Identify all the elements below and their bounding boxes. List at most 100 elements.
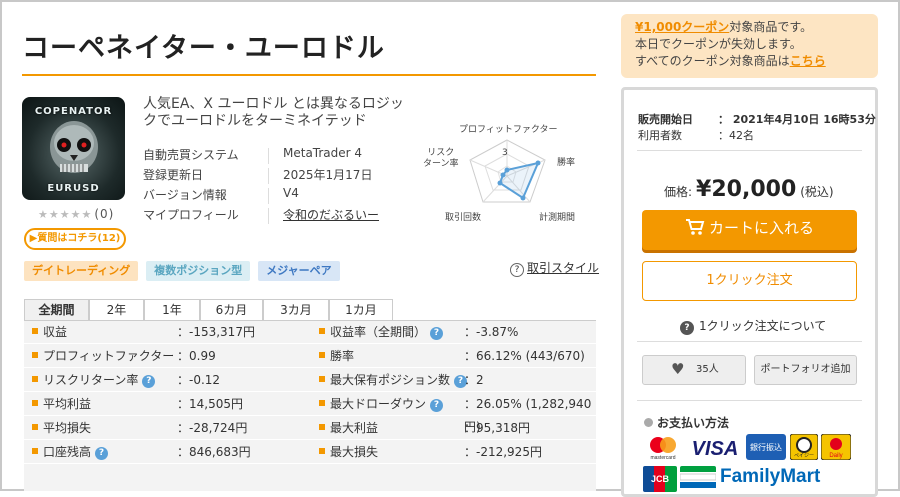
stat-label-text: 最大損失 xyxy=(330,445,379,459)
stat-value: ：846,683円 xyxy=(177,445,251,459)
svg-text:銀行振込: 銀行振込 xyxy=(750,442,782,452)
stats-table: 収益 ：-153,317円 収益率（全期間）? ：-3.87% プロフィットファクター：… xyxy=(24,320,596,491)
info-value: V4 xyxy=(283,186,299,200)
stat-value: ：-28,724円 xyxy=(177,421,248,435)
radar-point-period xyxy=(520,195,526,201)
stat-label: 最大ドローダウン? xyxy=(319,393,444,416)
help-icon[interactable]: ? xyxy=(430,399,444,412)
stat-label: 最大損失 xyxy=(319,441,378,464)
payeasy-logo: ペイジー xyxy=(790,434,818,460)
bank-transfer-logo: 銀行振込 xyxy=(746,434,786,460)
stats-row: 平均損失 ：-28,724円 最大利益 ：95,318円 xyxy=(24,417,596,440)
stat-label: 最大利益 xyxy=(319,417,378,440)
price-label: 価格: xyxy=(664,185,693,199)
stat-label-text: 口座残高 xyxy=(43,445,92,459)
radar-point-risk-return xyxy=(500,172,506,178)
product-logo[interactable]: COPENATOR EURUSD xyxy=(22,97,125,200)
tag-major-pair[interactable]: メジャーペア xyxy=(258,261,340,281)
tag-daytrade[interactable]: デイトレーディング xyxy=(24,261,139,281)
help-icon[interactable]: ? xyxy=(95,447,109,460)
one-click-about-label: 1クリック注文について xyxy=(699,319,827,333)
heart-icon: ♥ xyxy=(671,360,685,378)
svg-text:VISA: VISA xyxy=(692,438,739,460)
one-click-about-link[interactable]: ? 1クリック注文について xyxy=(680,317,826,335)
stat-label: 最大保有ポジション数? xyxy=(319,369,468,392)
bullet-icon xyxy=(32,352,38,358)
coupon-link[interactable]: ¥1,000クーポン xyxy=(635,20,729,34)
stat-label: 平均損失 xyxy=(32,417,91,440)
familymart-logo: FamilyMart xyxy=(720,466,821,487)
stats-row: 口座残高? ：846,683円 最大損失 ：-212,925円 xyxy=(24,441,596,464)
svg-text:Daily: Daily xyxy=(829,453,842,459)
favorite-button[interactable]: ♥ 35人 xyxy=(642,355,746,385)
stats-row: プロフィットファクター ：0.99 勝率 ：66.12% (443/670) xyxy=(24,345,596,368)
cart-icon xyxy=(685,219,705,235)
info-label: 自動売買システム xyxy=(143,148,239,162)
tab-3m[interactable]: 3カ月 xyxy=(263,299,329,321)
tab-6m[interactable]: 6カ月 xyxy=(200,299,263,321)
info-row: マイプロフィール 令和のだぶるいー xyxy=(143,206,413,226)
users-value: ：42名 xyxy=(718,129,754,142)
jcb-logo: JCB xyxy=(643,466,677,492)
stat-label-text: 最大保有ポジション数 xyxy=(330,373,451,387)
stat-value: ：26.05% (1,282,940円) xyxy=(464,397,592,434)
tab-1m[interactable]: 1カ月 xyxy=(329,299,393,321)
help-icon[interactable]: ? xyxy=(142,375,156,388)
stat-label: 勝率 xyxy=(319,345,354,368)
radar-point-profit-factor xyxy=(504,167,510,173)
bullet-icon xyxy=(319,352,325,358)
add-portfolio-button[interactable]: ポートフォリオ追加 xyxy=(754,355,857,385)
svg-text:mastercard: mastercard xyxy=(650,455,675,460)
familymart-icon xyxy=(680,466,716,488)
tab-1y[interactable]: 1年 xyxy=(144,299,200,321)
stat-value: ：95,318円 xyxy=(464,421,530,435)
trading-style-link[interactable]: ? 取引スタイル xyxy=(510,259,599,277)
title-divider xyxy=(22,74,596,76)
radar-scale-label: 3 xyxy=(502,148,508,158)
coupon-expiry: 本日でクーポンが失効します。 xyxy=(635,37,802,51)
sale-meta: 販売開始日 ： 2021年4月10日 16時53分 利用者数 ：42名 xyxy=(638,111,876,143)
stat-value: ：14,505円 xyxy=(177,397,243,411)
coupon-notice: ¥1,000クーポン対象商品です。 本日でクーポンが失効します。 すべてのクーポ… xyxy=(621,14,878,78)
stat-value: ：-3.87% xyxy=(464,325,519,339)
stat-label-text: プロフィットファクター xyxy=(43,349,175,363)
stats-row: リスクリターン率? ：-0.12 最大保有ポジション数? ：2 xyxy=(24,369,596,392)
bullet-icon xyxy=(32,448,38,454)
stat-label: 平均利益 xyxy=(32,393,91,416)
radar-point-trades xyxy=(497,180,503,186)
coupon-all-link[interactable]: こちら xyxy=(790,54,826,68)
start-label: 販売開始日 xyxy=(638,113,693,126)
stat-label-text: リスクリターン率 xyxy=(43,373,139,387)
question-icon: ? xyxy=(680,321,694,335)
tab-2y[interactable]: 2年 xyxy=(89,299,144,321)
coupon-all-text: すべてのクーポン対象商品は xyxy=(635,54,790,68)
one-click-order-button[interactable]: 1クリック注文 xyxy=(642,261,857,301)
divider xyxy=(637,150,862,151)
stat-value: ：2 xyxy=(464,373,484,387)
radar-svg xyxy=(469,139,546,203)
tab-all[interactable]: 全期間 xyxy=(24,299,89,321)
help-icon[interactable]: ? xyxy=(430,327,444,340)
profile-link[interactable]: 令和のだぶるいー xyxy=(283,206,413,226)
favorite-count: 35人 xyxy=(696,364,719,375)
tag-list: デイトレーディング 複数ポジション型 メジャーペア xyxy=(24,261,340,281)
info-value: MetaTrader 4 xyxy=(283,146,363,160)
stat-label-text: 収益率（全期間） xyxy=(330,325,427,339)
bullet-icon xyxy=(319,328,325,334)
tag-multi-position[interactable]: 複数ポジション型 xyxy=(146,261,251,281)
stats-row: 平均利益 ：14,505円 最大ドローダウン? ：26.05% (1,282,940円… xyxy=(24,393,596,434)
coupon-text: 対象商品です。 xyxy=(729,20,813,34)
price: 価格: ¥20,000 (税込) xyxy=(664,177,834,202)
stat-value: ：-153,317円 xyxy=(177,325,255,339)
divider xyxy=(637,400,862,401)
trading-style-label: 取引スタイル xyxy=(527,261,600,275)
divider xyxy=(637,341,862,342)
bullet-icon xyxy=(32,424,38,430)
stat-label-text: 最大ドローダウン xyxy=(330,397,427,411)
stat-label: 収益 xyxy=(32,321,67,344)
qa-button[interactable]: ▶質問はコチラ(12) xyxy=(24,228,126,250)
bullet-icon xyxy=(319,448,325,454)
stats-row: 収益 ：-153,317円 収益率（全期間）? ：-3.87% xyxy=(24,321,596,344)
add-to-cart-button[interactable]: カートに入れる xyxy=(642,210,857,250)
rating: ★★★★★ (0) xyxy=(38,207,114,221)
